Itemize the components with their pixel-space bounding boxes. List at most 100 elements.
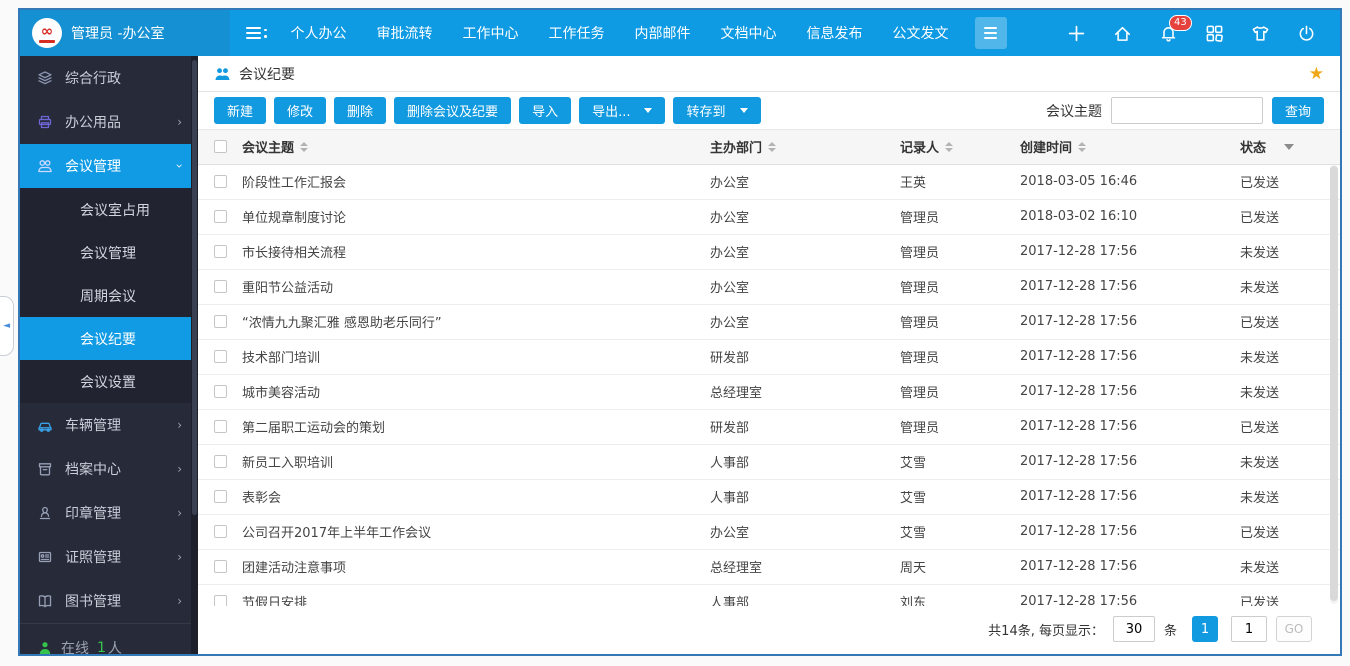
row-checkbox[interactable] [213, 315, 227, 328]
menu-collapse-icon[interactable] [246, 27, 267, 39]
sidebar-item-layers[interactable]: 综合行政 [20, 56, 198, 100]
table-row[interactable]: 公司召开2017年上半年工作会议 办公室 艾雪 2017-12-28 17:56 已发送 [198, 514, 1340, 550]
table-row[interactable]: 节假日安排 人事部 刘东 2017-12-28 17:56 已发送 [198, 584, 1340, 606]
cell-department: 总经理室 [710, 374, 900, 410]
column-header[interactable]: 主办部门 [710, 130, 900, 165]
row-checkbox[interactable] [213, 595, 227, 606]
table-row[interactable]: “浓情九九聚汇雅 感恩助老乐同行” 办公室 管理员 2017-12-28 17:56 已… [198, 304, 1340, 340]
top-nav-item[interactable]: 内部邮件 [635, 23, 691, 43]
sidebar-item-label: 图书管理 [65, 594, 121, 610]
row-checkbox[interactable] [213, 560, 227, 573]
column-header[interactable]: 记录人 [900, 130, 1020, 165]
submenu-item[interactable]: 会议室占用 [20, 188, 198, 231]
plus-icon[interactable] [1067, 24, 1086, 43]
top-nav-item[interactable]: 文档中心 [721, 23, 777, 43]
apps-icon[interactable] [1205, 24, 1224, 43]
sidebar-item-label: 综合行政 [65, 71, 121, 87]
sidebar-collapse-handle[interactable]: ◄ [0, 296, 14, 356]
more-menu-button[interactable] [974, 17, 1007, 49]
submenu-item[interactable]: 周期会议 [20, 274, 198, 317]
sidebar-item-archive[interactable]: 档案中心 › [20, 447, 198, 491]
sidebar-item-book[interactable]: 图书管理 › [20, 579, 198, 623]
toolbar-button[interactable]: 导入 [519, 97, 572, 124]
sidebar-item-certificate[interactable]: 证照管理 › [20, 535, 198, 579]
row-checkbox[interactable] [213, 280, 227, 293]
row-checkbox[interactable] [213, 490, 227, 503]
column-header[interactable]: 创建时间 [1020, 130, 1240, 165]
current-page-button[interactable]: 1 [1192, 616, 1218, 642]
row-checkbox[interactable] [213, 245, 227, 258]
bell-icon[interactable]: 43 [1159, 14, 1192, 43]
toolbar-button[interactable]: 转存到 [673, 97, 761, 124]
table-row[interactable]: 团建活动注意事项 总经理室 周天 2017-12-28 17:56 未发送 [198, 549, 1340, 585]
home-icon[interactable] [1113, 24, 1132, 43]
go-button[interactable]: GO [1276, 616, 1312, 642]
table-row[interactable]: 重阳节公益活动 办公室 管理员 2017-12-28 17:56 未发送 [198, 269, 1340, 305]
table-row[interactable]: 新员工入职培训 人事部 艾雪 2017-12-28 17:56 未发送 [198, 444, 1340, 480]
row-checkbox[interactable] [213, 350, 227, 363]
column-header[interactable]: 会议主题 [242, 130, 710, 165]
search-group: 会议主题 查询 [1046, 97, 1324, 124]
table-row[interactable]: 阶段性工作汇报会 办公室 王英 2018-03-05 16:46 已发送 [198, 164, 1340, 200]
table-row[interactable]: 表彰会 人事部 艾雪 2017-12-28 17:56 未发送 [198, 479, 1340, 515]
table-row[interactable]: 单位规章制度讨论 办公室 管理员 2018-03-02 16:10 已发送 [198, 199, 1340, 235]
table-row[interactable]: 第二届职工运动会的策划 研发部 管理员 2017-12-28 17:56 已发送 [198, 409, 1340, 445]
table-row[interactable]: 城市美容活动 总经理室 管理员 2017-12-28 17:56 未发送 [198, 374, 1340, 410]
chevron-right-icon: › [177, 550, 182, 564]
top-nav-item[interactable]: 工作任务 [549, 23, 605, 43]
top-nav-item[interactable]: 工作中心 [463, 23, 519, 43]
chevron-right-icon: › [177, 506, 182, 520]
main-panel: 会议纪要 ★ 新建 修改 删除 删除会议及纪要 导入 导出... 转存到 会议主题 查询 [198, 56, 1340, 654]
table-row[interactable]: 技术部门培训 研发部 管理员 2017-12-28 17:56 未发送 [198, 339, 1340, 375]
sidebar-item-meeting[interactable]: 会议管理 › [20, 144, 198, 188]
top-nav-item[interactable]: 公文发文 [893, 23, 949, 43]
toolbar-button[interactable]: 导出... [579, 97, 666, 124]
favorite-star-icon[interactable]: ★ [1309, 64, 1324, 84]
select-all-checkbox[interactable] [213, 140, 227, 154]
column-header-label: 会议主题 [242, 141, 295, 157]
cell-recorder: 王英 [900, 164, 1020, 200]
subject-search-input[interactable] [1110, 97, 1263, 124]
toolbar-button[interactable]: 删除会议及纪要 [394, 97, 512, 124]
toolbar-button[interactable]: 删除 [334, 97, 387, 124]
row-checkbox[interactable] [213, 175, 227, 188]
column-header[interactable]: 状态 [1240, 130, 1340, 165]
cell-created: 2017-12-28 17:56 [1020, 584, 1240, 606]
row-checkbox[interactable] [213, 525, 227, 538]
table-scrollbar[interactable] [1330, 165, 1338, 604]
book-icon [36, 593, 53, 610]
submenu-item[interactable]: 会议纪要 [20, 317, 198, 360]
chevron-right-icon: › [177, 594, 182, 608]
table-row[interactable]: 市长接待相关流程 办公室 管理员 2017-12-28 17:56 未发送 [198, 234, 1340, 270]
toolbar-button-label: 删除 [347, 105, 374, 120]
sidebar-item-car[interactable]: 车辆管理 › [20, 403, 198, 447]
top-nav-item[interactable]: 审批流转 [377, 23, 433, 43]
submenu: 会议室占用 会议管理 周期会议 会议纪要 会议设置 [20, 188, 198, 403]
row-checkbox[interactable] [213, 385, 227, 398]
sidebar-item-stamp[interactable]: 印章管理 › [20, 491, 198, 535]
cell-created: 2017-12-28 17:56 [1020, 514, 1240, 550]
goto-page-input[interactable] [1231, 616, 1267, 642]
sidebar-item-printer[interactable]: 办公用品 › [20, 100, 198, 144]
toolbar-button-label: 导出... [592, 105, 631, 120]
shirt-icon[interactable] [1251, 24, 1270, 43]
cell-subject: 单位规章制度讨论 [242, 199, 710, 235]
submenu-item[interactable]: 会议设置 [20, 360, 198, 403]
query-button[interactable]: 查询 [1271, 97, 1324, 124]
toolbar-button[interactable]: 修改 [274, 97, 327, 124]
page-size-input[interactable] [1112, 616, 1155, 642]
power-icon[interactable] [1297, 24, 1316, 43]
cell-department: 办公室 [710, 164, 900, 200]
toolbar-button[interactable]: 新建 [214, 97, 267, 124]
submenu-item[interactable]: 会议管理 [20, 231, 198, 274]
row-checkbox[interactable] [213, 210, 227, 223]
sidebar-scrollbar[interactable] [191, 56, 198, 654]
cell-status: 未发送 [1240, 269, 1340, 305]
row-checkbox[interactable] [213, 455, 227, 468]
online-count: 1 [97, 640, 106, 654]
top-nav-item[interactable]: 信息发布 [807, 23, 863, 43]
brand: ∞ 管理员 -办公室 [20, 10, 230, 56]
row-checkbox[interactable] [213, 420, 227, 433]
chevron-right-icon: › [177, 115, 182, 129]
top-nav-item[interactable]: 个人办公 [291, 23, 347, 43]
